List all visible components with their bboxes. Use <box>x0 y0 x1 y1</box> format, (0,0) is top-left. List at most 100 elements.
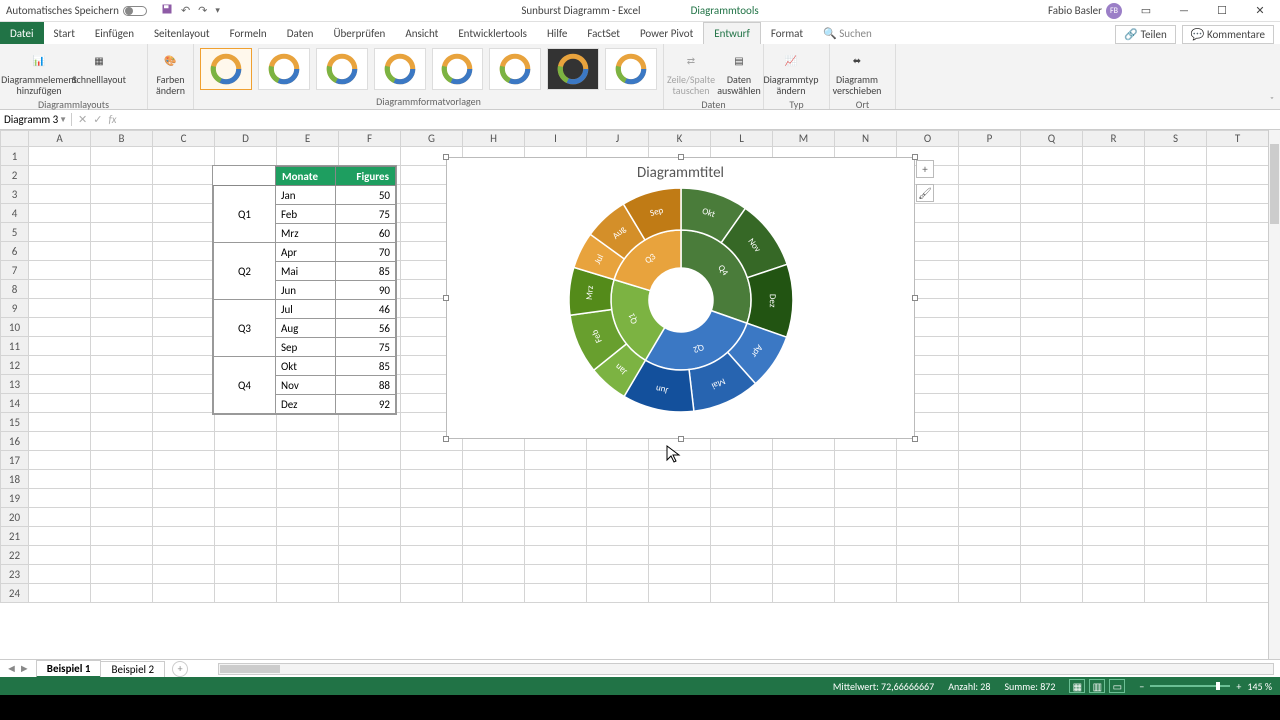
row-header[interactable]: 19 <box>1 489 29 508</box>
cell[interactable] <box>959 166 1021 185</box>
row-header[interactable]: 3 <box>1 185 29 204</box>
cell[interactable] <box>1021 299 1083 318</box>
cell[interactable] <box>959 394 1021 413</box>
cell[interactable] <box>463 527 525 546</box>
cell[interactable] <box>1145 470 1207 489</box>
cell[interactable] <box>91 451 153 470</box>
cell[interactable] <box>91 204 153 223</box>
column-header[interactable]: R <box>1083 131 1145 147</box>
cell[interactable] <box>1145 451 1207 470</box>
month-cell[interactable]: Mai <box>276 262 336 281</box>
cell[interactable] <box>1083 508 1145 527</box>
cell[interactable] <box>835 508 897 527</box>
cell[interactable] <box>1083 489 1145 508</box>
cell[interactable] <box>91 470 153 489</box>
tab-insert[interactable]: Einfügen <box>85 22 144 44</box>
cell[interactable] <box>215 584 277 603</box>
chart-styles-icon[interactable]: 🖌 <box>916 184 934 202</box>
cell[interactable] <box>153 394 215 413</box>
cell[interactable] <box>525 527 587 546</box>
cell[interactable] <box>525 565 587 584</box>
cell[interactable] <box>649 508 711 527</box>
value-cell[interactable]: 70 <box>336 243 396 262</box>
cell[interactable] <box>401 527 463 546</box>
cell[interactable] <box>91 413 153 432</box>
cell[interactable] <box>29 299 91 318</box>
quarter-cell[interactable]: Q4 <box>214 357 276 414</box>
cell[interactable] <box>91 147 153 166</box>
cell[interactable] <box>1021 546 1083 565</box>
quick-layout-button[interactable]: ▦Schnelllayout <box>76 46 122 87</box>
qat-more-icon[interactable]: ▾ <box>215 5 220 16</box>
cell[interactable] <box>835 546 897 565</box>
cell[interactable] <box>959 204 1021 223</box>
value-cell[interactable]: 85 <box>336 357 396 376</box>
cell[interactable] <box>339 413 401 432</box>
cancel-icon[interactable]: ✕ <box>78 113 87 126</box>
cell[interactable] <box>959 432 1021 451</box>
column-header[interactable]: T <box>1207 131 1269 147</box>
month-cell[interactable]: Jan <box>276 186 336 205</box>
cell[interactable] <box>153 166 215 185</box>
cell[interactable] <box>277 432 339 451</box>
row-header[interactable]: 22 <box>1 546 29 565</box>
cell[interactable] <box>91 166 153 185</box>
value-cell[interactable]: 46 <box>336 300 396 319</box>
cell[interactable] <box>215 147 277 166</box>
cell[interactable] <box>91 337 153 356</box>
month-cell[interactable]: Mrz <box>276 224 336 243</box>
cell[interactable] <box>959 242 1021 261</box>
tab-help[interactable]: Hilfe <box>537 22 577 44</box>
cell[interactable] <box>1207 508 1269 527</box>
month-cell[interactable]: Aug <box>276 319 336 338</box>
chart-style-thumb[interactable] <box>316 48 368 90</box>
add-chart-element-button[interactable]: 📊Diagrammelement hinzufügen <box>4 46 74 98</box>
cell[interactable] <box>1207 242 1269 261</box>
resize-handle[interactable] <box>678 154 684 160</box>
cell[interactable] <box>339 489 401 508</box>
cell[interactable] <box>215 413 277 432</box>
cell[interactable] <box>1145 508 1207 527</box>
cell[interactable] <box>773 489 835 508</box>
autosave-toggle[interactable]: Automatisches Speichern <box>0 4 153 17</box>
move-chart-button[interactable]: ⬌Diagramm verschieben <box>834 46 880 98</box>
cell[interactable] <box>153 299 215 318</box>
cell[interactable] <box>525 470 587 489</box>
cell[interactable] <box>339 527 401 546</box>
chart-style-thumb[interactable] <box>605 48 657 90</box>
cell[interactable] <box>1145 223 1207 242</box>
cell[interactable] <box>401 470 463 489</box>
column-header[interactable]: E <box>277 131 339 147</box>
cell[interactable] <box>1083 546 1145 565</box>
cell[interactable] <box>29 261 91 280</box>
cell[interactable] <box>1145 356 1207 375</box>
column-header[interactable]: B <box>91 131 153 147</box>
value-cell[interactable]: 50 <box>336 186 396 205</box>
cell[interactable] <box>1145 166 1207 185</box>
cell[interactable] <box>897 565 959 584</box>
cell[interactable] <box>1207 204 1269 223</box>
cell[interactable] <box>897 489 959 508</box>
cell[interactable] <box>1145 432 1207 451</box>
row-header[interactable]: 4 <box>1 204 29 223</box>
cell[interactable] <box>773 508 835 527</box>
cell[interactable] <box>91 223 153 242</box>
column-header[interactable]: F <box>339 131 401 147</box>
month-cell[interactable]: Feb <box>276 205 336 224</box>
share-button[interactable]: 🔗 Teilen <box>1115 25 1175 44</box>
cell[interactable] <box>277 489 339 508</box>
cell[interactable] <box>711 451 773 470</box>
cell[interactable] <box>153 527 215 546</box>
cell[interactable] <box>1145 147 1207 166</box>
cell[interactable] <box>1207 185 1269 204</box>
cell[interactable] <box>835 527 897 546</box>
search-box[interactable]: 🔍 Suchen <box>813 22 882 44</box>
cell[interactable] <box>1021 413 1083 432</box>
cell[interactable] <box>959 318 1021 337</box>
comments-button[interactable]: 💬 Kommentare <box>1182 25 1274 44</box>
save-icon[interactable] <box>161 3 173 18</box>
value-cell[interactable]: 56 <box>336 319 396 338</box>
cell[interactable] <box>959 584 1021 603</box>
cell[interactable] <box>1083 432 1145 451</box>
cell[interactable] <box>29 375 91 394</box>
